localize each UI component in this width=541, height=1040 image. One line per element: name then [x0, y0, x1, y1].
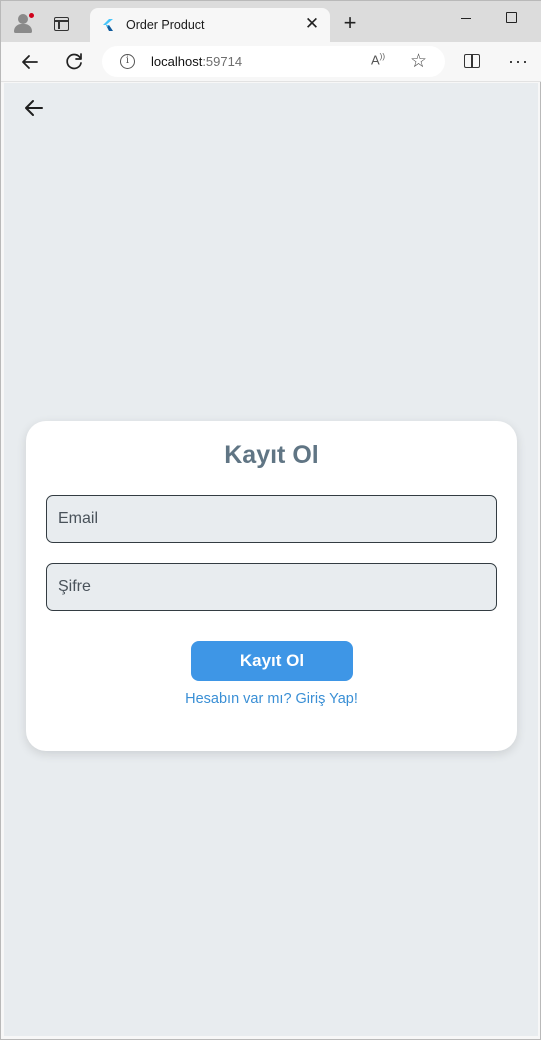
- info-icon[interactable]: i: [120, 54, 135, 69]
- email-field[interactable]: [46, 495, 497, 543]
- url-port: :59714: [202, 54, 243, 69]
- tab-actions-icon[interactable]: [54, 17, 69, 31]
- more-horizontal-icon[interactable]: ···: [508, 51, 529, 72]
- back-arrow-icon[interactable]: [22, 96, 46, 120]
- password-field[interactable]: [46, 563, 497, 611]
- minimize-icon[interactable]: [456, 9, 476, 29]
- star-icon[interactable]: ☆: [410, 50, 427, 73]
- profile-avatar-icon[interactable]: [12, 12, 35, 34]
- read-aloud-icon[interactable]: A)): [371, 52, 385, 67]
- page-title: Kayıt Ol: [224, 441, 319, 469]
- close-icon[interactable]: ✕: [302, 14, 322, 34]
- register-button[interactable]: Kayıt Ol: [191, 641, 353, 681]
- plus-icon[interactable]: +: [340, 12, 360, 34]
- login-link[interactable]: Hesabın var mı? Giriş Yap!: [26, 691, 517, 707]
- arrow-left-icon[interactable]: [18, 50, 42, 74]
- flutter-logo-icon: [103, 19, 113, 31]
- reload-icon[interactable]: [62, 50, 86, 74]
- password-input[interactable]: [47, 564, 496, 610]
- browser-window: Order Product ✕ + i localhost:59714 A)) …: [0, 0, 541, 1040]
- address-bar[interactable]: i localhost:59714 A)) ☆: [102, 46, 445, 77]
- url-host: localhost: [151, 54, 203, 69]
- email-input[interactable]: [47, 496, 496, 542]
- browser-tab[interactable]: Order Product ✕: [90, 8, 330, 42]
- navigation-bar: i localhost:59714 A)) ☆ ···: [1, 42, 541, 82]
- url-text[interactable]: localhost:59714: [151, 54, 242, 69]
- tab-title: Order Product: [126, 18, 205, 32]
- page-viewport: Kayıt Ol Kayıt Ol Hesabın var mı? Giriş …: [4, 83, 538, 1036]
- maximize-icon[interactable]: [502, 9, 522, 29]
- tab-strip: Order Product ✕ +: [1, 1, 541, 42]
- register-card: Kayıt Ol Kayıt Ol Hesabın var mı? Giriş …: [26, 421, 517, 751]
- split-screen-icon[interactable]: [464, 54, 480, 68]
